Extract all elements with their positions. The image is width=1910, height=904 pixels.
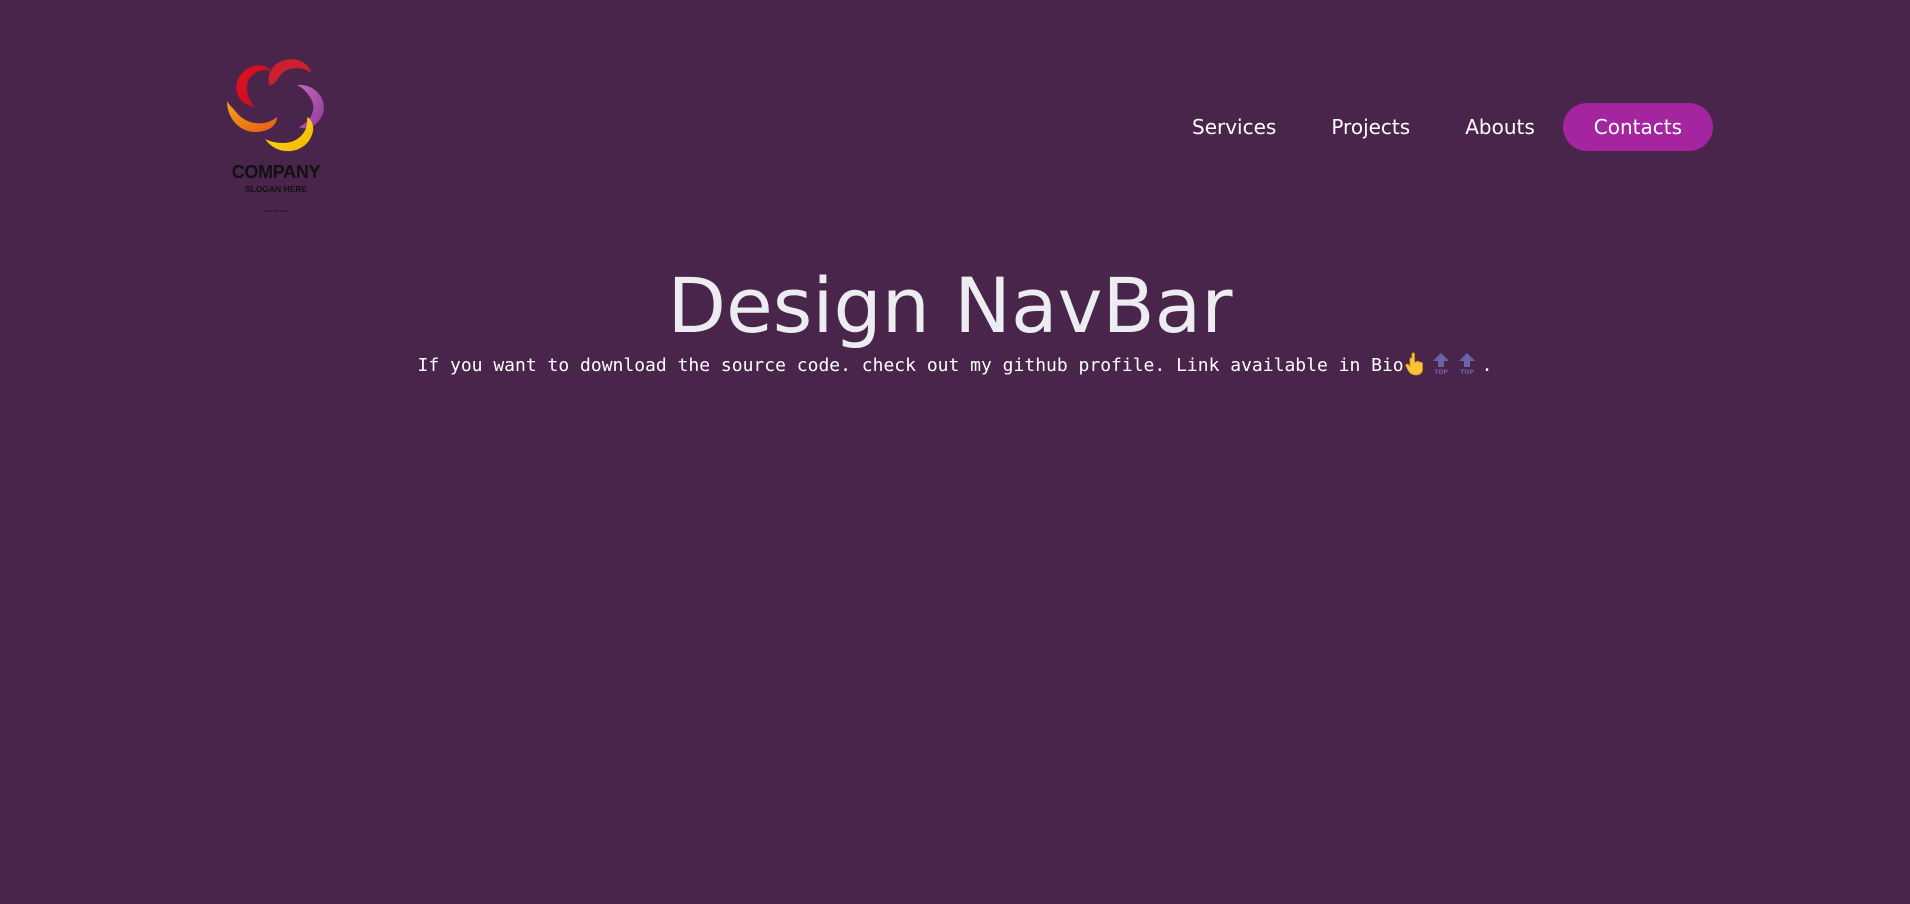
- nav-link-services[interactable]: Services: [1165, 103, 1303, 151]
- top-arrow-label: TOP: [1434, 369, 1448, 376]
- hero-subtitle-period: .: [1481, 355, 1493, 376]
- nav-link-projects[interactable]: Projects: [1304, 103, 1437, 151]
- logo-site-text: yoursite.com: [264, 208, 288, 213]
- top-arrow-icon: TOP: [1432, 353, 1449, 376]
- top-arrow-icon: TOP: [1458, 353, 1475, 376]
- nav-link-contacts[interactable]: Contacts: [1562, 103, 1713, 151]
- pointing-up-hand-icon: [1405, 352, 1423, 376]
- logo-company-text: COMPANY: [231, 162, 321, 182]
- company-logo[interactable]: COMPANY SLOGAN HERE yoursite.com: [222, 55, 330, 220]
- nav-menu: Services Projects Abouts Contacts: [1165, 103, 1713, 151]
- nav-link-abouts[interactable]: Abouts: [1438, 103, 1562, 151]
- top-arrow-label: TOP: [1460, 369, 1474, 376]
- hero-subtitle-text: If you want to download the source code.…: [417, 355, 1404, 376]
- logo-slogan-text: SLOGAN HERE: [244, 184, 308, 194]
- page-title: Design NavBar: [667, 261, 1233, 350]
- company-logo-mark-icon: [227, 59, 324, 152]
- navbar: COMPANY SLOGAN HERE yoursite.com Service…: [0, 0, 1910, 230]
- hero-subtitle: If you want to download the source code.…: [0, 352, 1910, 380]
